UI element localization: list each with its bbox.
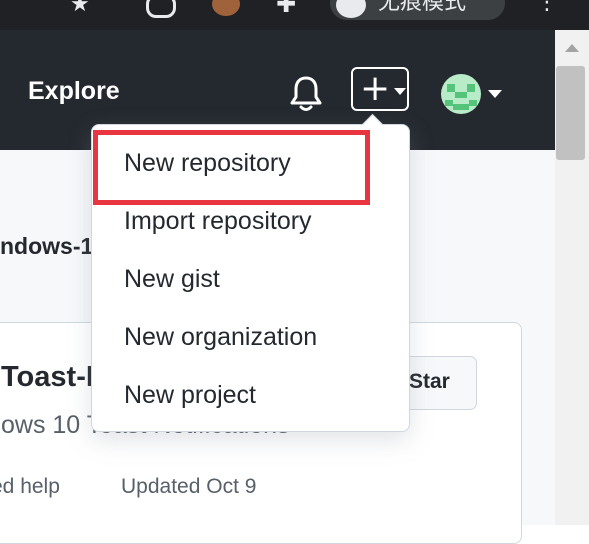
profile-icon [336,0,366,18]
cookie-extension-icon[interactable] [212,0,240,16]
profile-button[interactable]: 无痕模式 [330,0,505,20]
extension-icon[interactable] [146,0,176,18]
avatar[interactable] [441,74,481,114]
explore-link[interactable]: Explore [28,77,120,106]
more-vert-icon[interactable]: ⋮ [536,0,558,15]
menu-item-import-repository[interactable]: Import repository [124,207,312,236]
highlight-box [93,130,370,205]
menu-item-new-project[interactable]: New project [124,381,256,410]
chevron-down-icon [394,88,406,95]
plus-icon: + [360,68,391,109]
create-new-button[interactable]: + [351,67,409,111]
scroll-thumb[interactable] [556,66,585,160]
bell-icon[interactable] [289,74,323,114]
profile-label: 无痕模式 [378,0,467,15]
avatar-chevron-down-icon[interactable] [488,90,502,98]
scroll-up-arrow-icon[interactable] [565,44,579,52]
puzzle-icon[interactable]: ✚ [276,0,296,18]
browser-toolbar: ★ ✚ 无痕模式 ⋮ [0,0,589,30]
menu-item-new-organization[interactable]: New organization [124,323,317,352]
repo-updated: Updated Oct 9 [121,475,257,498]
menu-item-new-gist[interactable]: New gist [124,265,220,294]
star-button-label: Star [409,370,450,393]
scrollbar[interactable] [555,30,589,525]
repo-topic[interactable]: ed help [0,475,60,499]
section-title[interactable]: ndows-1 [0,233,93,260]
star-icon[interactable]: ★ [70,0,90,17]
